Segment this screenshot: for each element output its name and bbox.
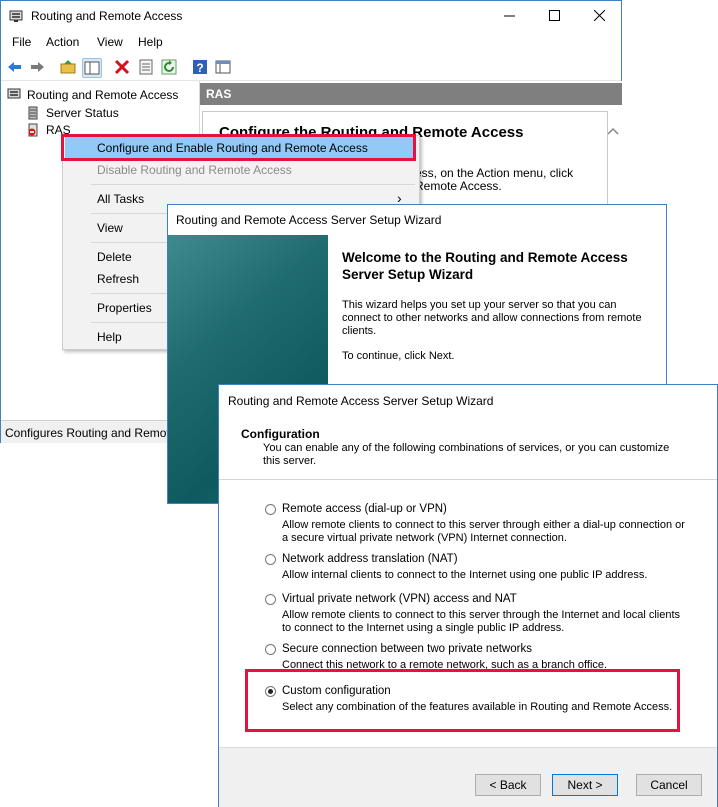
wizard-title: Routing and Remote Access Server Setup W…: [176, 213, 442, 227]
menu-view[interactable]: View: [97, 35, 123, 49]
option-description: Allow internal clients to connect to the…: [282, 569, 648, 581]
wizard-header: Configuration You can enable any of the …: [219, 417, 717, 480]
pane-header: RAS: [200, 83, 622, 105]
close-icon: [593, 9, 605, 22]
ras-server-icon: [28, 123, 38, 137]
rras-app-icon: [9, 10, 23, 22]
title-bar[interactable]: Routing and Remote Access: [1, 1, 621, 32]
minimize-icon: [503, 15, 515, 17]
menu-item-properties[interactable]: Properties: [97, 301, 152, 315]
option-description: Allow remote clients to connect to this …: [282, 609, 681, 634]
menu-item-refresh[interactable]: Refresh: [97, 272, 139, 286]
back-button[interactable]: < Back: [475, 774, 541, 796]
configuration-description: You can enable any of the following comb…: [263, 442, 670, 467]
welcome-heading: Welcome to the Routing and Remote Access…: [342, 250, 628, 282]
next-button[interactable]: Next >: [552, 774, 618, 796]
toolbar: ?: [1, 54, 621, 81]
menu-bar: File Action View Help: [1, 32, 621, 52]
window-title: Routing and Remote Access: [31, 9, 183, 23]
welcome-body: This wizard helps you set up your server…: [342, 299, 642, 337]
secure-connection-radio[interactable]: [265, 644, 276, 655]
refresh-icon[interactable]: [160, 58, 178, 76]
menu-help[interactable]: Help: [138, 35, 163, 49]
option-description: Allow remote clients to connect to this …: [282, 519, 685, 544]
show-hide-tree-icon[interactable]: [82, 58, 102, 78]
menu-file[interactable]: File: [12, 35, 31, 49]
tree-item-server-status[interactable]: Server Status: [46, 106, 119, 120]
menu-item-all-tasks[interactable]: All Tasks: [97, 192, 144, 206]
back-arrow-icon[interactable]: [6, 58, 24, 76]
wizard-title: Routing and Remote Access Server Setup W…: [228, 394, 494, 408]
callout-highlight-custom: [245, 669, 680, 732]
forward-arrow-icon[interactable]: [28, 58, 46, 76]
up-folder-icon[interactable]: [59, 58, 77, 76]
svg-text:?: ?: [196, 61, 203, 75]
option-label[interactable]: Network address translation (NAT): [282, 553, 458, 565]
rras-root-icon: [7, 88, 21, 99]
cancel-button[interactable]: Cancel: [636, 774, 702, 796]
tree-root-routing[interactable]: Routing and Remote Access: [27, 88, 178, 102]
welcome-continue: To continue, click Next.: [342, 350, 455, 362]
option-label[interactable]: Virtual private network (VPN) access and…: [282, 593, 517, 605]
help-icon[interactable]: ?: [191, 58, 209, 76]
delete-icon[interactable]: [113, 58, 131, 76]
scroll-up-icon[interactable]: [607, 126, 619, 136]
minimize-button[interactable]: [487, 5, 531, 27]
menu-item-delete[interactable]: Delete: [97, 250, 132, 264]
properties-icon[interactable]: [137, 58, 155, 76]
wizard-footer: < Back Next > Cancel: [219, 747, 717, 807]
menu-item-disable[interactable]: Disable Routing and Remote Access: [97, 163, 292, 177]
setup-wizard-configuration-dialog: Routing and Remote Access Server Setup W…: [218, 384, 718, 807]
menu-action[interactable]: Action: [46, 35, 79, 49]
vpn-nat-radio[interactable]: [265, 594, 276, 605]
nat-radio[interactable]: [265, 554, 276, 565]
callout-highlight-configure: [61, 134, 416, 161]
panel-text-line-2: Remote Access.: [415, 179, 502, 193]
maximize-icon: [548, 10, 560, 21]
server-status-icon: [28, 106, 38, 120]
configuration-heading: Configuration: [241, 427, 320, 441]
console-icon[interactable]: [214, 58, 232, 76]
option-label[interactable]: Remote access (dial-up or VPN): [282, 503, 447, 515]
close-button[interactable]: [577, 5, 621, 27]
menu-item-help[interactable]: Help: [97, 330, 122, 344]
menu-separator: [91, 184, 415, 185]
panel-text-line-1: ess, on the Action menu, click: [415, 166, 574, 180]
menu-item-view[interactable]: View: [97, 221, 123, 235]
option-label[interactable]: Secure connection between two private ne…: [282, 643, 532, 655]
remote-access-radio[interactable]: [265, 504, 276, 515]
maximize-button[interactable]: [532, 5, 576, 27]
